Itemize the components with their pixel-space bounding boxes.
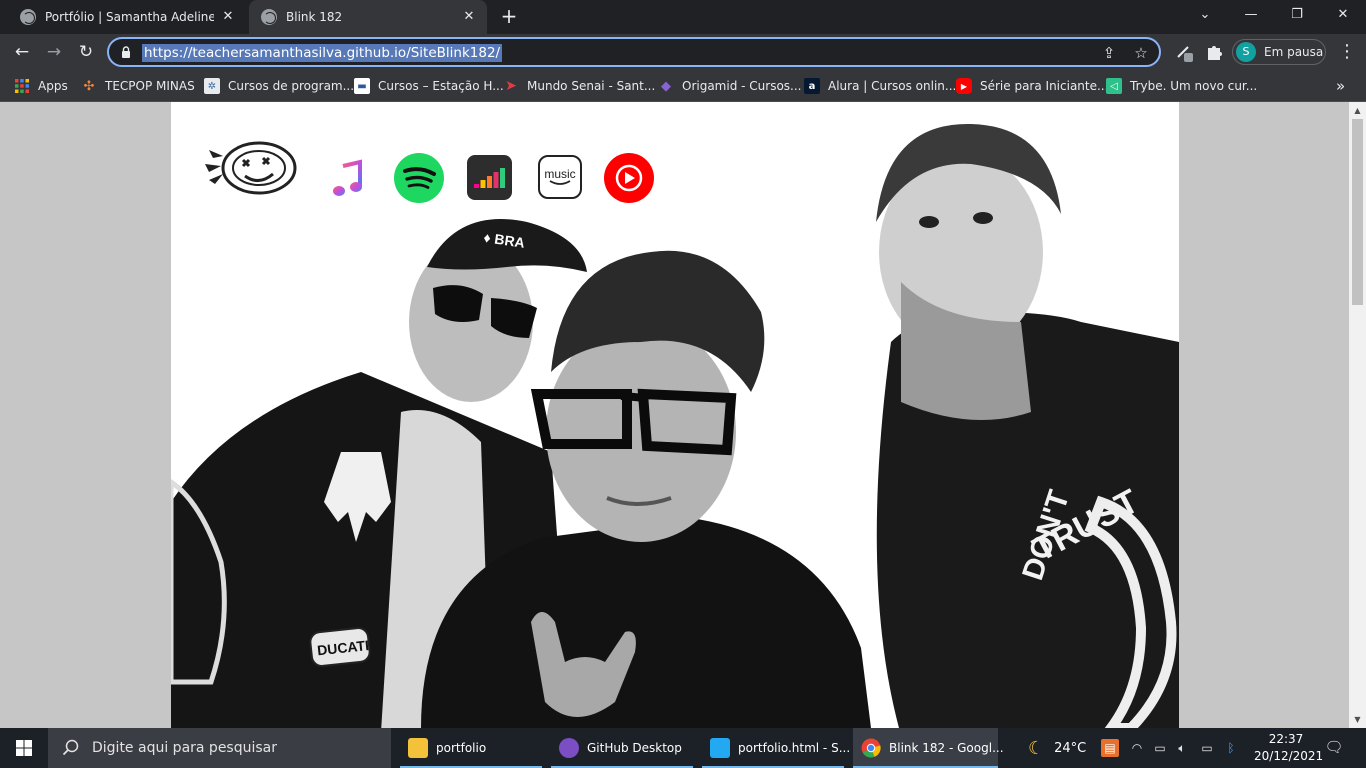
taskbar-clock[interactable]: 22:37 20/12/2021: [1254, 731, 1324, 765]
tab-strip: Portfólio | Samantha Adeline - De ✕ Blin…: [0, 0, 1366, 34]
page-scrollbar[interactable]: ▲ ▼: [1349, 102, 1366, 728]
blink182-page: music TRUST DON'T ♦ BRA DUCATI: [171, 102, 1179, 728]
bookmark-label: Origamid - Cursos...: [682, 79, 802, 93]
taskbar-app-portfolio[interactable]: portfolio: [400, 728, 542, 768]
bookmark-label: Trybe. Um novo cur...: [1130, 79, 1258, 93]
moon-cloud-icon: ☾: [1028, 737, 1045, 759]
reload-button[interactable]: ↻: [74, 40, 98, 64]
taskbar-app-github-desktop[interactable]: GitHub Desktop: [551, 728, 693, 768]
clock-date: 20/12/2021: [1254, 749, 1324, 763]
folder-icon: [408, 738, 428, 758]
windows-start-icon[interactable]: [0, 728, 48, 768]
bookmark-tecpop[interactable]: ✣ TECPOP MINAS: [81, 76, 195, 96]
bookmarks-bar: Apps ✣ TECPOP MINAS ✲ Cursos de program.…: [0, 70, 1366, 102]
bookmark-label: Cursos – Estação H...: [378, 79, 504, 93]
cursos-icon: ✲: [204, 78, 220, 94]
github-desktop-icon: [559, 738, 579, 758]
weather-widget[interactable]: ☾ 24°C: [1028, 728, 1086, 768]
vscode-icon: [710, 738, 730, 758]
profile-button[interactable]: S Em pausa: [1232, 39, 1326, 65]
bookmark-alura[interactable]: a Alura | Cursos onlin...: [804, 76, 956, 96]
globe-icon: [20, 9, 36, 25]
band-photo: TRUST DON'T ♦ BRA DUCATI: [171, 123, 1179, 728]
battery-icon[interactable]: ▭: [1198, 739, 1216, 757]
bookmark-trybe[interactable]: ◁ Trybe. Um novo cur...: [1106, 76, 1257, 96]
bookmark-label: Apps: [38, 79, 68, 93]
back-button[interactable]: ←: [10, 40, 34, 64]
wifi-icon[interactable]: ◠: [1128, 739, 1146, 757]
forward-button[interactable]: →: [42, 40, 66, 64]
restore-button[interactable]: ❐: [1274, 0, 1320, 30]
taskbar-app-vscode[interactable]: portfolio.html - S...: [702, 728, 850, 768]
taskbar-app-label: Blink 182 - Googl...: [889, 741, 1004, 755]
alura-icon: a: [804, 78, 820, 94]
scroll-up-arrow[interactable]: ▲: [1349, 102, 1366, 119]
taskbar-app-label: GitHub Desktop: [587, 741, 682, 755]
tecpop-icon: ✣: [83, 78, 95, 94]
bookmark-label: Cursos de program...: [228, 79, 355, 93]
bookmark-senai[interactable]: ➤ Mundo Senai - Sant...: [503, 76, 655, 96]
tab-search-button[interactable]: ⌄: [1182, 0, 1228, 30]
volume-icon[interactable]: 🔈︎: [1173, 739, 1191, 757]
notifications-icon[interactable]: 🗨︎: [1324, 738, 1344, 758]
clock-time: 22:37: [1268, 732, 1304, 746]
display-icon[interactable]: ▭: [1151, 739, 1169, 757]
browser-toolbar: ← → ↻ https://teachersamanthasilva.githu…: [0, 34, 1366, 70]
close-window-button[interactable]: ✕: [1320, 0, 1366, 30]
chrome-icon: [861, 738, 881, 758]
bookmark-label: Mundo Senai - Sant...: [527, 79, 656, 93]
bookmark-origamid[interactable]: ◆ Origamid - Cursos...: [658, 76, 802, 96]
tab-portfolio[interactable]: Portfólio | Samantha Adeline - De ✕: [8, 0, 246, 34]
weather-temperature: 24°C: [1054, 740, 1087, 756]
tab-blink-182[interactable]: Blink 182 ✕: [249, 0, 487, 34]
bookmark-label: TECPOP MINAS: [105, 79, 195, 93]
bluetooth-icon[interactable]: ᛒ: [1222, 739, 1240, 757]
search-icon: [62, 739, 79, 756]
trybe-icon: ◁: [1106, 78, 1122, 94]
taskbar-app-chrome[interactable]: Blink 182 - Googl...: [853, 728, 1004, 768]
tab-title: Blink 182: [286, 10, 343, 24]
senai-icon: ➤: [505, 78, 517, 94]
tab-title: Portfólio | Samantha Adeline - De: [45, 10, 214, 24]
globe-icon: [261, 9, 277, 25]
scroll-thumb[interactable]: [1352, 119, 1363, 305]
share-icon[interactable]: ⇪: [1099, 43, 1119, 63]
new-tab-button[interactable]: +: [498, 6, 520, 28]
bookmark-cursos-programacao[interactable]: ✲ Cursos de program...: [204, 76, 354, 96]
lock-icon[interactable]: [121, 46, 131, 58]
bookmark-estacao[interactable]: ▬ Cursos – Estação H...: [354, 76, 504, 96]
close-tab-icon[interactable]: ✕: [461, 9, 477, 25]
close-tab-icon[interactable]: ✕: [220, 9, 236, 25]
estacao-icon: ▬: [354, 78, 370, 94]
search-placeholder: Digite aqui para pesquisar: [92, 740, 278, 756]
apps-grid-icon: [15, 79, 29, 93]
address-bar[interactable]: https://teachersamanthasilva.github.io/S…: [107, 37, 1161, 67]
kebab-menu-icon[interactable]: ⋮: [1338, 42, 1356, 62]
extensions-puzzle-icon[interactable]: [1205, 43, 1223, 61]
url-text[interactable]: https://teachersamanthasilva.github.io/S…: [142, 44, 503, 62]
taskbar-search-box[interactable]: Digite aqui para pesquisar: [48, 728, 391, 768]
taskbar-app-label: portfolio.html - S...: [738, 741, 851, 755]
bookmarks-overflow-button[interactable]: »: [1336, 76, 1345, 96]
bookmark-label: Série para Iniciante...: [980, 79, 1109, 93]
web-viewport: music TRUST DON'T ♦ BRA DUCATI ▲ ▼: [0, 102, 1366, 728]
minimize-button[interactable]: —: [1228, 0, 1274, 30]
extension-pen-icon[interactable]: [1175, 43, 1195, 63]
bookmark-label: Alura | Cursos onlin...: [828, 79, 957, 93]
scroll-down-arrow[interactable]: ▼: [1349, 711, 1366, 728]
tray-app-icon[interactable]: ▤: [1101, 739, 1119, 757]
profile-status: Em pausa: [1264, 45, 1324, 59]
avatar: S: [1236, 42, 1256, 62]
bookmark-apps[interactable]: Apps: [14, 76, 68, 96]
youtube-icon: ▶: [956, 78, 972, 94]
bookmark-serie-iniciante[interactable]: ▶ Série para Iniciante...: [956, 76, 1108, 96]
bookmark-star-icon[interactable]: ☆: [1131, 43, 1151, 63]
windows-taskbar: Digite aqui para pesquisar portfolio Git…: [0, 728, 1366, 768]
taskbar-app-label: portfolio: [436, 741, 487, 755]
origamid-icon: ◆: [661, 78, 671, 94]
